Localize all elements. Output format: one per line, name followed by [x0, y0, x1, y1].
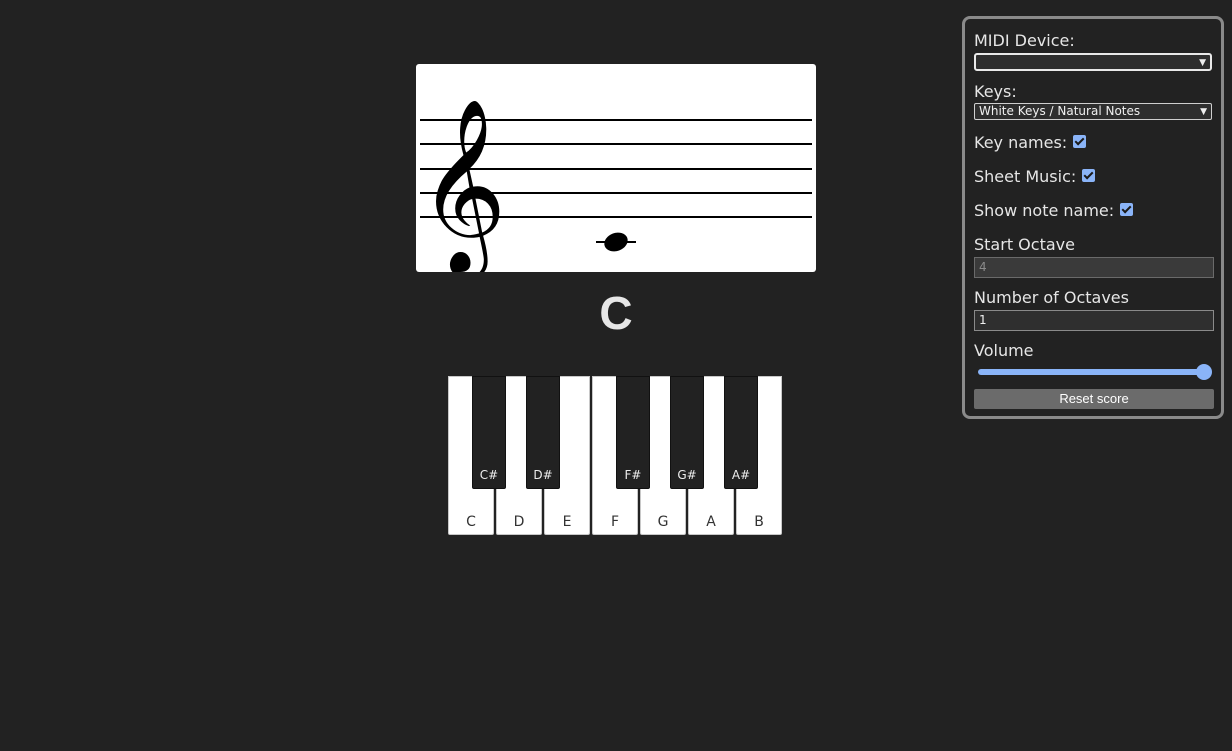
key-label: F — [610, 514, 620, 530]
midi-device-label: MIDI Device: — [974, 31, 1075, 50]
num-octaves-label: Number of Octaves — [974, 288, 1129, 307]
num-octaves-row: Number of Octaves 1 — [974, 288, 1214, 331]
black-key-d-sharp[interactable]: D# — [526, 376, 560, 489]
black-key-a-sharp[interactable]: A# — [724, 376, 758, 489]
keys-value: White Keys / Natural Notes — [979, 104, 1141, 118]
volume-slider-track — [978, 369, 1204, 375]
volume-slider-thumb[interactable] — [1196, 364, 1212, 380]
start-octave-input[interactable]: 4 — [974, 257, 1214, 278]
keys-select[interactable]: White Keys / Natural Notes ▼ — [974, 103, 1212, 120]
key-label: B — [754, 514, 764, 530]
midi-device-row: MIDI Device: ▼ — [974, 31, 1214, 71]
chevron-down-icon: ▼ — [1200, 107, 1207, 117]
reset-score-button[interactable]: Reset score — [974, 389, 1214, 409]
chevron-down-icon: ▼ — [1199, 58, 1206, 68]
staff-svg: 𝄞 — [418, 98, 812, 272]
key-label: G# — [677, 468, 697, 482]
key-label: D# — [533, 468, 553, 482]
sheet-music-staff: 𝄞 — [416, 64, 816, 272]
current-note-name: C — [599, 287, 633, 339]
sheet-music-row: Sheet Music: — [974, 167, 1214, 186]
start-octave-label: Start Octave — [974, 235, 1075, 254]
keys-label: Keys: — [974, 82, 1017, 101]
show-note-name-checkbox[interactable] — [1120, 203, 1134, 216]
key-label: F# — [624, 468, 642, 482]
whole-note — [604, 232, 628, 252]
keys-row: Keys: White Keys / Natural Notes ▼ — [974, 82, 1214, 120]
volume-row: Volume — [974, 341, 1214, 380]
black-key-c-sharp[interactable]: C# — [472, 376, 506, 489]
black-key-g-sharp[interactable]: G# — [670, 376, 704, 489]
key-label: G — [657, 514, 669, 530]
treble-clef-icon: 𝄞 — [418, 98, 507, 272]
sheet-music-checkbox[interactable] — [1082, 169, 1096, 182]
key-names-row: Key names: — [974, 133, 1214, 152]
key-label: A — [706, 514, 716, 530]
num-octaves-input[interactable]: 1 — [974, 310, 1214, 331]
show-note-name-label: Show note name: — [974, 201, 1115, 220]
show-note-name-row: Show note name: — [974, 201, 1214, 220]
volume-slider[interactable] — [974, 363, 1214, 381]
volume-label: Volume — [974, 341, 1034, 360]
key-label: E — [562, 514, 572, 530]
black-key-f-sharp[interactable]: F# — [616, 376, 650, 489]
key-label: D — [513, 514, 525, 530]
piano-keyboard: C D E F G A B C# D# F# G# A# — [448, 376, 784, 536]
settings-panel: MIDI Device: ▼ Keys: White Keys / Natura… — [962, 16, 1224, 419]
start-octave-row: Start Octave 4 — [974, 235, 1214, 278]
key-names-label: Key names: — [974, 133, 1068, 152]
key-label: A# — [731, 468, 751, 482]
sheet-music-label: Sheet Music: — [974, 167, 1077, 186]
key-label: C — [466, 514, 476, 530]
midi-device-select[interactable]: ▼ — [974, 53, 1212, 71]
key-label: C# — [479, 468, 499, 482]
key-names-checkbox[interactable] — [1073, 135, 1087, 148]
